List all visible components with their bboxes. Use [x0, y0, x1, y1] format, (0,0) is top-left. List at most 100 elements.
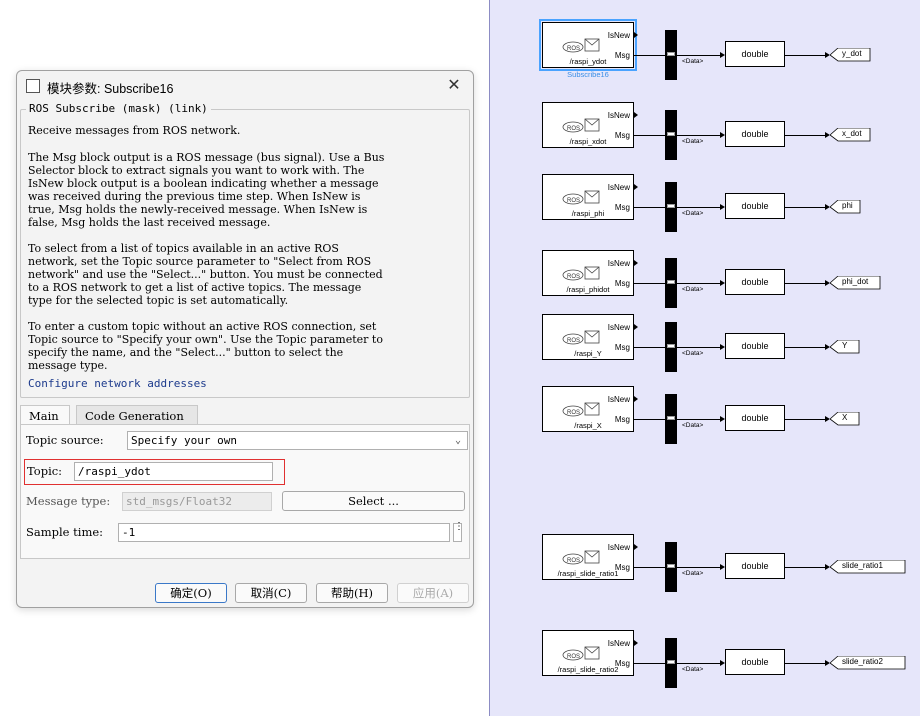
data-signal-line	[677, 347, 721, 348]
isnew-port-label: IsNew	[607, 259, 630, 268]
data-signal-line	[677, 135, 721, 136]
output-signal-line	[785, 419, 825, 420]
goto-tag[interactable]: slide_ratio2	[830, 656, 906, 670]
message-type-field: std_msgs/Float32	[122, 492, 272, 511]
dialog-title: 模块参数: Subscribe16	[47, 82, 174, 96]
ros-subscribe-block[interactable]: IsNew Msg ROS/raspi_phidot	[542, 250, 634, 296]
isnew-port-label: IsNew	[607, 639, 630, 648]
msg-signal-line	[634, 663, 666, 664]
bus-selector-block[interactable]	[665, 30, 677, 80]
data-type-conversion-block[interactable]: double	[725, 333, 785, 359]
svg-text:ROS: ROS	[567, 198, 580, 204]
message-type-label: Message type:	[26, 494, 111, 508]
data-signal-line	[677, 419, 721, 420]
svg-text:ROS: ROS	[567, 410, 580, 416]
topic-label: /raspi_xdot	[569, 137, 607, 146]
topic-label: /raspi_phidot	[566, 285, 610, 294]
bus-selector-block[interactable]	[665, 394, 677, 444]
configure-network-link[interactable]: Configure network addresses	[28, 377, 207, 390]
output-signal-line	[785, 663, 825, 664]
data-type-conversion-block[interactable]: double	[725, 649, 785, 675]
ok-button[interactable]: 确定(O)	[155, 583, 227, 603]
help-button[interactable]: 帮助(H)	[316, 583, 388, 603]
msg-signal-line	[634, 135, 666, 136]
goto-tag-label: X	[842, 413, 848, 422]
bus-selector-block[interactable]	[665, 110, 677, 160]
msg-signal-line	[634, 207, 666, 208]
bus-selector-port	[667, 660, 675, 664]
topic-label: /raspi_phi	[571, 209, 605, 218]
data-type-conversion-block[interactable]: double	[725, 553, 785, 579]
goto-tag[interactable]: Y	[830, 340, 860, 354]
bus-selector-port	[667, 52, 675, 56]
sample-time-input[interactable]	[118, 523, 450, 542]
cancel-button[interactable]: 取消(C)	[235, 583, 307, 603]
ros-subscribe-block[interactable]: IsNew Msg ROS/raspi_xdot	[542, 102, 634, 148]
bus-selector-block[interactable]	[665, 322, 677, 372]
isnew-output-marker	[634, 544, 638, 550]
msg-signal-line	[634, 283, 666, 284]
goto-tag[interactable]: phi	[830, 200, 861, 214]
data-signal-line	[677, 283, 721, 284]
goto-tag-label: Y	[842, 341, 848, 350]
ros-subscribe-block[interactable]: IsNew Msg ROS/raspi_X	[542, 386, 634, 432]
bus-selector-block[interactable]	[665, 542, 677, 592]
data-type-conversion-block[interactable]: double	[725, 121, 785, 147]
data-signal-label: <Data>	[682, 350, 704, 357]
topic-input[interactable]	[74, 462, 273, 481]
bus-selector-block[interactable]	[665, 182, 677, 232]
ros-subscribe-block[interactable]: IsNew Msg ROS/raspi_slide_ratio1	[542, 534, 634, 580]
svg-text:ROS: ROS	[567, 126, 580, 132]
mask-title: ROS Subscribe (mask) (link)	[26, 102, 211, 115]
data-signal-line	[677, 55, 721, 56]
isnew-output-marker	[634, 32, 638, 38]
data-type-conversion-block[interactable]: double	[725, 41, 785, 67]
select-message-type-button[interactable]: Select ...	[282, 491, 465, 511]
ros-subscribe-block[interactable]: IsNew Msg ROS/raspi_slide_ratio2	[542, 630, 634, 676]
topic-label: /raspi_X	[574, 421, 602, 430]
more-options-icon[interactable]: ⋮	[453, 522, 464, 542]
tab-code-generation[interactable]: Code Generation	[76, 405, 198, 425]
data-signal-line	[677, 663, 721, 664]
isnew-port-label: IsNew	[607, 111, 630, 120]
output-signal-line	[785, 55, 825, 56]
bus-selector-port	[667, 132, 675, 136]
topic-source-label: Topic source:	[26, 433, 104, 447]
output-signal-line	[785, 135, 825, 136]
msg-signal-line	[634, 55, 666, 56]
data-signal-label: <Data>	[682, 570, 704, 577]
goto-tag-label: phi_dot	[842, 277, 869, 286]
close-icon[interactable]: ✕	[443, 75, 465, 97]
isnew-output-marker	[634, 324, 638, 330]
isnew-port-label: IsNew	[607, 395, 630, 404]
svg-text:ROS: ROS	[567, 558, 580, 564]
topic-source-select[interactable]: Specify your own ⌄	[127, 431, 468, 450]
tab-main[interactable]: Main	[20, 405, 70, 425]
data-type-conversion-block[interactable]: double	[725, 405, 785, 431]
isnew-port-label: IsNew	[607, 31, 630, 40]
ros-subscribe-block[interactable]: IsNew Msg ROS/raspi_phi	[542, 174, 634, 220]
block-parameters-dialog: 模块参数: Subscribe16 ✕ ROS Subscribe (mask)…	[16, 70, 474, 608]
goto-tag[interactable]: y_dot	[830, 48, 871, 62]
model-canvas[interactable]: IsNew Msg ROS/raspi_ydot <Data> double y_dot I…	[489, 0, 920, 716]
ros-subscribe-block[interactable]: IsNew Msg ROS/raspi_ydot	[539, 19, 637, 71]
bus-selector-block[interactable]	[665, 638, 677, 688]
apply-button[interactable]: 应用(A)	[397, 583, 469, 603]
data-signal-label: <Data>	[682, 286, 704, 293]
data-signal-label: <Data>	[682, 210, 704, 217]
topic-label: /raspi_Y	[574, 349, 602, 358]
ros-subscribe-block[interactable]: IsNew Msg ROS/raspi_Y	[542, 314, 634, 360]
bus-selector-port	[667, 344, 675, 348]
output-signal-line	[785, 207, 825, 208]
goto-tag[interactable]: slide_ratio1	[830, 560, 906, 574]
bus-selector-block[interactable]	[665, 258, 677, 308]
data-type-conversion-block[interactable]: double	[725, 193, 785, 219]
goto-tag[interactable]: x_dot	[830, 128, 871, 142]
isnew-port-label: IsNew	[607, 543, 630, 552]
goto-tag[interactable]: X	[830, 412, 860, 426]
goto-tag[interactable]: phi_dot	[830, 276, 881, 290]
isnew-port-label: IsNew	[607, 183, 630, 192]
data-type-conversion-block[interactable]: double	[725, 269, 785, 295]
goto-tag-label: slide_ratio1	[842, 561, 883, 570]
description-para-3: To select from a list of topics availabl…	[28, 242, 383, 307]
